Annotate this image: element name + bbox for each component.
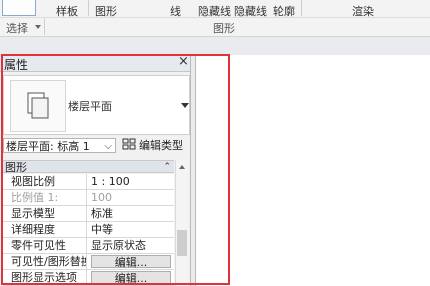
properties-title: 属性 xyxy=(4,58,29,72)
edit-type-icon xyxy=(122,138,136,154)
ribbon-select-label[interactable]: 选择 xyxy=(6,20,28,36)
close-icon[interactable]: × xyxy=(178,54,189,69)
chevron-down-icon[interactable] xyxy=(181,103,189,108)
property-row: 可见性/图形替换 编辑... xyxy=(3,254,174,270)
collapse-icon[interactable]: ⌃ xyxy=(163,161,171,174)
edit-type-button[interactable]: 编辑类型 xyxy=(122,138,183,153)
property-row: 视图比例 1 : 100 xyxy=(3,174,174,190)
view-selector-row: 楼层平面: 标高 1 ⌵ 编辑类型 xyxy=(0,136,190,156)
scrollbar-thumb[interactable] xyxy=(177,230,187,256)
property-name: 详细程度 xyxy=(3,222,87,237)
ribbon-divider xyxy=(0,17,430,18)
ribbon-separator xyxy=(88,0,89,16)
properties-title-bar[interactable]: 属性 × xyxy=(0,54,190,72)
select-tool-button[interactable] xyxy=(2,0,36,16)
type-name: 楼层平面 xyxy=(68,100,112,113)
property-row: 显示模型 标准 xyxy=(3,206,174,222)
property-name: 零件可见性 xyxy=(3,238,87,253)
vertical-scrollbar[interactable] xyxy=(175,160,188,286)
property-value[interactable]: 显示原状态 xyxy=(88,238,174,253)
property-name: 图形显示选项 xyxy=(3,270,87,285)
property-name: 比例值 1: xyxy=(3,190,87,205)
ribbon-separator xyxy=(301,0,302,16)
property-row: 零件可见性 显示原状态 xyxy=(3,238,174,254)
ribbon-separator xyxy=(44,18,45,35)
properties-palette: 属性 × 楼层平面 楼层平面: 标高 1 ⌵ 编辑类型 图形 ⌃ 视图比例 1 … xyxy=(0,54,191,286)
property-name: 显示模型 xyxy=(3,206,87,221)
ribbon: 样板 图形 线 隐藏线 隐藏线 轮廓 渲染 选择 图形 xyxy=(0,0,430,37)
property-name: 可见性/图形替换 xyxy=(3,254,87,269)
drawing-canvas[interactable] xyxy=(195,55,430,286)
edit-type-label: 编辑类型 xyxy=(139,139,183,152)
ribbon-group-label: 图形 xyxy=(213,22,235,35)
property-value[interactable]: 中等 xyxy=(88,222,174,237)
view-instance-select[interactable]: 楼层平面: 标高 1 ⌵ xyxy=(3,138,116,153)
floor-plan-icon xyxy=(10,80,66,132)
edit-visibility-button[interactable]: 编辑... xyxy=(91,255,171,269)
edit-graphic-display-button[interactable]: 编辑... xyxy=(91,271,171,285)
view-instance-label: 楼层平面: 标高 1 xyxy=(6,140,90,153)
group-header-graphics[interactable]: 图形 ⌃ xyxy=(3,160,174,174)
chevron-down-icon: ⌵ xyxy=(104,141,112,152)
property-value: 100 xyxy=(91,191,112,204)
property-row: 比例值 1: 100 xyxy=(3,190,174,206)
property-value[interactable]: 标准 xyxy=(88,206,174,221)
property-name: 视图比例 xyxy=(3,174,87,189)
property-row: 详细程度 中等 xyxy=(3,222,174,238)
properties-grid: 视图比例 1 : 100 比例值 1: 100 显示模型 标准 详细程度 中等 … xyxy=(3,174,174,286)
select-dropdown-icon[interactable] xyxy=(35,25,41,29)
property-value[interactable]: 1 : 100 xyxy=(88,174,174,189)
group-header-label: 图形 xyxy=(5,161,27,174)
type-selector[interactable]: 楼层平面 xyxy=(3,75,190,135)
property-row: 图形显示选项 编辑... xyxy=(3,270,174,286)
scroll-up-icon[interactable] xyxy=(179,165,185,169)
